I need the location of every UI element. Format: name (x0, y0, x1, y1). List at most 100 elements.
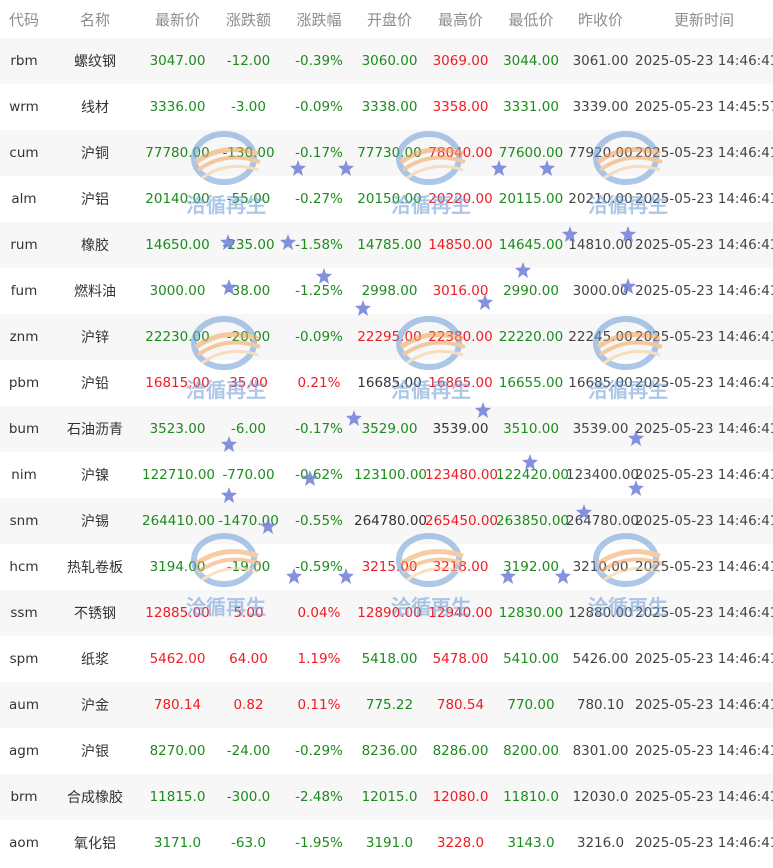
cell-low: 122420.00 (496, 467, 570, 483)
cell-name: 沪铅 (81, 376, 109, 392)
table-row[interactable]: ssm 不锈钢 12885.00 5.00 0.04% 12890.00 12940.00 1… (0, 590, 773, 636)
cell-change: -130.00 (222, 145, 275, 161)
cell-prev-close: 8301.00 (572, 743, 629, 759)
cell-low: 11810.0 (503, 789, 559, 805)
header-name: 名称 (79, 10, 110, 29)
cell-update-time: 2025-05-23 14:46:41 (635, 375, 773, 391)
table-row[interactable]: rbm 螺纹钢 3047.00 -12.00 -0.39% 3060.00 3069.00 3… (0, 38, 773, 84)
table-row[interactable]: aom 氧化铝 3171.0 -63.0 -1.95% 3191.0 3228.0 3143.… (0, 820, 773, 866)
cell-code: spm (9, 651, 39, 667)
header-high: 最高价 (437, 10, 483, 29)
cell-low: 5410.00 (503, 651, 559, 667)
cell-last-price: 16815.00 (145, 375, 210, 391)
cell-prev-close: 14810.00 (568, 237, 633, 253)
table-row[interactable]: spm 纸浆 5462.00 64.00 1.19% 5418.00 5478.00 5410… (0, 636, 773, 682)
table-row[interactable]: znm 沪锌 22230.00 -20.00 -0.09% 22295.00 22380.0… (0, 314, 773, 360)
cell-open: 16685.00 (357, 375, 422, 391)
cell-update-time: 2025-05-23 14:46:41 (635, 237, 773, 253)
cell-high: 20220.00 (428, 191, 493, 207)
table-row[interactable]: cum 沪铜 77780.00 -130.00 -0.17% 77730.00 78040.… (0, 130, 773, 176)
cell-last-price: 5462.00 (149, 651, 206, 667)
cell-last-price: 122710.00 (142, 467, 216, 483)
cell-name: 螺纹钢 (74, 54, 116, 70)
cell-low: 3192.00 (503, 559, 559, 575)
cell-prev-close: 20210.00 (568, 191, 633, 207)
header-code: 代码 (8, 10, 39, 29)
cell-last-price: 264410.00 (142, 513, 216, 529)
table-row[interactable]: rum 橡胶 14650.00 -235.00 -1.58% 14785.00 14850.… (0, 222, 773, 268)
cell-code: hcm (9, 559, 39, 575)
cell-change: -63.0 (231, 835, 266, 851)
table-row[interactable]: hcm 热轧卷板 3194.00 -19.00 -0.59% 3215.00 3218.00… (0, 544, 773, 590)
cell-high: 12080.0 (432, 789, 489, 805)
cell-high: 780.54 (436, 697, 485, 713)
cell-code: cum (9, 145, 39, 161)
cell-prev-close: 12880.00 (568, 605, 633, 621)
cell-high: 3069.00 (432, 53, 489, 69)
cell-code: snm (9, 513, 39, 529)
cell-low: 16655.00 (498, 375, 564, 391)
cell-last-price: 22230.00 (145, 329, 210, 345)
table-row[interactable]: alm 沪铝 20140.00 -55.00 -0.27% 20150.00 20220.0… (0, 176, 773, 222)
cell-last-price: 780.14 (153, 697, 202, 713)
cell-open: 3215.00 (361, 559, 418, 575)
cell-open: 8236.00 (361, 743, 418, 759)
cell-high: 16865.00 (428, 375, 493, 391)
cell-prev-close: 16685.00 (568, 375, 633, 391)
cell-high: 3358.00 (432, 99, 489, 115)
cell-prev-close: 3210.00 (572, 559, 629, 575)
cell-high: 3218.00 (432, 559, 489, 575)
cell-prev-close: 22245.00 (568, 329, 633, 345)
cell-prev-close: 123400.00 (566, 467, 640, 483)
cell-prev-close: 3216.0 (576, 835, 625, 851)
cell-update-time: 2025-05-23 14:46:41 (635, 743, 773, 759)
cell-high: 8286.00 (432, 743, 489, 759)
cell-change-pct: 0.21% (297, 375, 341, 391)
cell-name: 燃料油 (74, 284, 116, 300)
cell-open: 5418.00 (361, 651, 418, 667)
cell-low: 8200.00 (503, 743, 559, 759)
cell-open: 3338.00 (361, 99, 418, 115)
cell-low: 12830.00 (498, 605, 564, 621)
cell-name: 沪铝 (81, 192, 109, 208)
cell-change-pct: -1.95% (295, 835, 343, 851)
table-row[interactable]: aum 沪金 780.14 0.82 0.11% 775.22 780.54 770.00 78… (0, 682, 773, 728)
cell-prev-close: 12030.0 (572, 789, 629, 805)
cell-low: 14645.00 (498, 237, 564, 253)
cell-open: 3529.00 (361, 421, 418, 437)
header-update-time: 更新时间 (673, 10, 734, 29)
cell-open: 77730.00 (357, 145, 422, 161)
cell-code: aom (9, 835, 39, 851)
cell-change-pct: -0.59% (295, 559, 343, 575)
cell-high: 3228.0 (436, 835, 485, 851)
table-row[interactable]: bum 石油沥青 3523.00 -6.00 -0.17% 3529.00 3539.00 3… (0, 406, 773, 452)
cell-open: 20150.00 (357, 191, 422, 207)
cell-name: 沪铜 (81, 146, 109, 162)
header-change-pct: 涨跌幅 (296, 10, 342, 29)
cell-low: 77600.00 (498, 145, 564, 161)
table-row[interactable]: fum 燃料油 3000.00 -38.00 -1.25% 2998.00 3016.00 2… (0, 268, 773, 314)
cell-open: 2998.00 (361, 283, 418, 299)
header-last-price: 最新价 (154, 10, 200, 29)
table-row[interactable]: agm 沪银 8270.00 -24.00 -0.29% 8236.00 8286.00 82… (0, 728, 773, 774)
table-row[interactable]: nim 沪镍 122710.00 -770.00 -0.62% 123100.00 1234… (0, 452, 773, 498)
cell-code: pbm (8, 375, 40, 391)
cell-update-time: 2025-05-23 14:46:41 (635, 651, 773, 667)
cell-prev-close: 77920.00 (568, 145, 633, 161)
cell-low: 20115.00 (498, 191, 564, 207)
table-row[interactable]: snm 沪锡 264410.00 -1470.00 -0.55% 264780.00 265… (0, 498, 773, 544)
cell-change-pct: -0.09% (295, 99, 343, 115)
cell-name: 石油沥青 (67, 422, 123, 438)
cell-open: 123100.00 (354, 467, 428, 483)
cell-open: 12015.0 (361, 789, 418, 805)
cell-open: 3191.0 (365, 835, 414, 851)
cell-name: 不锈钢 (74, 606, 116, 622)
cell-update-time: 2025-05-23 14:46:41 (635, 513, 773, 529)
table-row[interactable]: pbm 沪铅 16815.00 35.00 0.21% 16685.00 16865.00 1… (0, 360, 773, 406)
cell-code: agm (9, 743, 39, 759)
cell-last-price: 3194.00 (149, 559, 206, 575)
cell-code: wrm (9, 99, 39, 115)
table-row[interactable]: wrm 线材 3336.00 -3.00 -0.09% 3338.00 3358.00 333… (0, 84, 773, 130)
table-row[interactable]: brm 合成橡胶 11815.0 -300.0 -2.48% 12015.0 12080.0… (0, 774, 773, 820)
cell-name: 氧化铝 (74, 836, 116, 852)
